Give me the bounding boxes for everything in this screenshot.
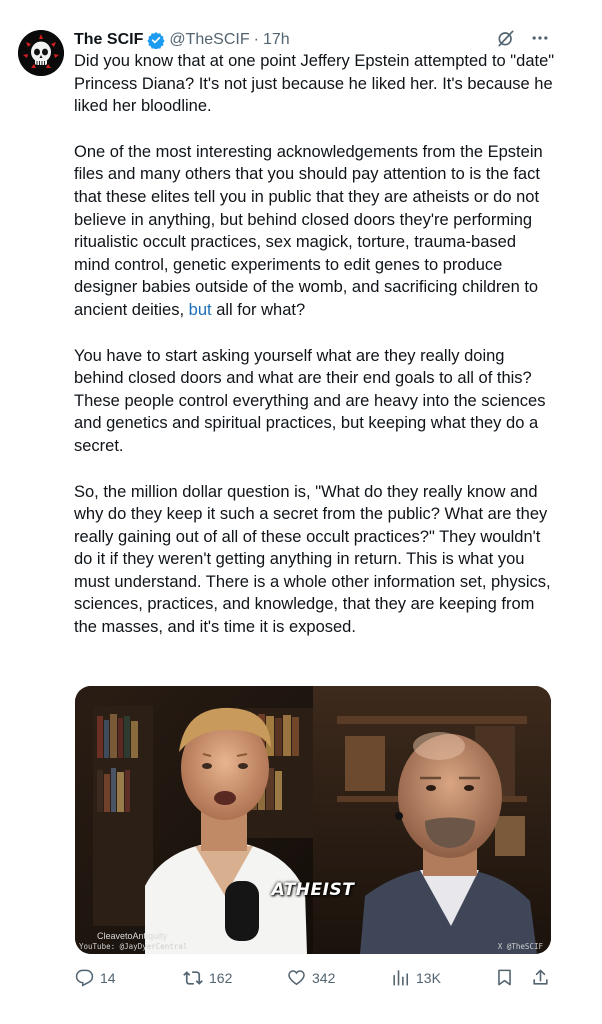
paragraph-2: One of the most interesting acknowledgem…: [74, 141, 556, 322]
paragraph-4: So, the million dollar question is, "Wha…: [74, 482, 551, 637]
repost-count: 162: [209, 970, 233, 986]
youtube-watermark: YouTube: @JayDyerCentral: [79, 942, 188, 951]
author-handle[interactable]: @TheSCIF: [169, 31, 249, 49]
views-icon: [393, 970, 409, 986]
views-button[interactable]: 13K: [391, 968, 441, 987]
separator: ·: [253, 31, 259, 48]
paragraph-1: Did you know that at one point Jeffery E…: [74, 52, 555, 116]
bookmark-button[interactable]: [495, 968, 514, 987]
tweet-text: Did you know that at one point Jeffery E…: [74, 50, 556, 662]
bookmark-icon: [498, 969, 511, 986]
tweet-header: The SCIF @TheSCIF · 17h: [74, 30, 290, 50]
grok-icon[interactable]: [496, 28, 516, 48]
author-name[interactable]: The SCIF: [74, 31, 143, 49]
like-button[interactable]: 342: [287, 968, 335, 987]
paragraph-2-text: One of the most interesting acknowledgem…: [74, 142, 543, 319]
reply-count: 14: [100, 969, 116, 986]
tweet: The SCIF @TheSCIF · 17h Did you know tha…: [0, 0, 602, 1024]
paragraph-2-highlight: but: [184, 300, 212, 319]
views-count: 13K: [416, 969, 441, 986]
header-icons: [496, 28, 550, 48]
share-icon: [533, 969, 548, 985]
avatar[interactable]: [18, 30, 64, 76]
share-button[interactable]: [531, 968, 550, 987]
verified-badge-icon: [147, 32, 165, 49]
repost-icon: [183, 971, 203, 985]
repost-button[interactable]: 162: [183, 968, 232, 988]
reply-icon: [75, 969, 94, 987]
timestamp[interactable]: 17h: [263, 31, 290, 49]
reply-button[interactable]: 14: [75, 968, 116, 987]
action-bar: 14 162 342 13K: [75, 968, 555, 992]
like-icon: [288, 970, 305, 986]
x-watermark: X @TheSCIF: [497, 942, 543, 951]
paragraph-2-end: all for what?: [211, 300, 306, 319]
skull-avatar-icon: [18, 30, 64, 76]
paragraph-3: You have to start asking yourself what a…: [74, 346, 546, 455]
video-player[interactable]: ATHEIST CleavetoAntiquity YouTube: @JayD…: [75, 686, 551, 954]
video-frame: [75, 686, 551, 954]
more-icon[interactable]: [530, 28, 550, 48]
video-caption: ATHEIST: [271, 880, 355, 900]
channel-watermark: CleavetoAntiquity: [97, 931, 168, 941]
like-count: 342: [312, 969, 336, 986]
